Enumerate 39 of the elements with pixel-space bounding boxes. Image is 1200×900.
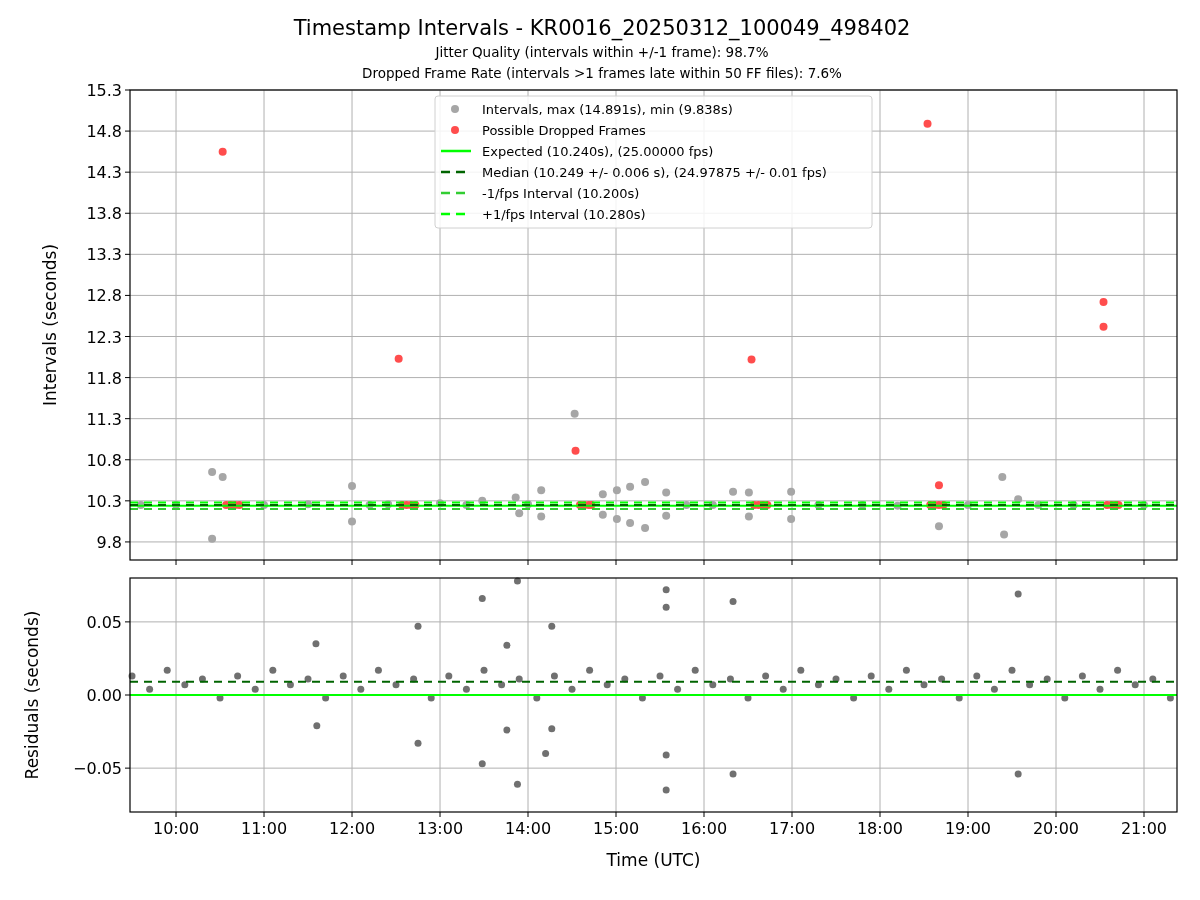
tick-label: −0.05 (72, 759, 122, 779)
legend-label: Intervals, max (14.891s), min (9.838s) (482, 101, 733, 117)
legend-label: +1/fps Interval (10.280s) (482, 206, 646, 222)
tick-label: 11.8 (86, 368, 122, 388)
figure-title: Timestamp Intervals - KR0016_20250312_100049_498402 (293, 15, 911, 42)
legend-label: Expected (10.240s), (25.00000 fps) (482, 143, 714, 159)
axis-title: Residuals (seconds) (22, 610, 42, 780)
tick-label: 21:00 (1120, 819, 1168, 838)
tick-label: 14.8 (86, 122, 122, 142)
tick-label: 13.8 (86, 204, 122, 224)
tick-label: 14:00 (504, 819, 552, 838)
tick-label: 9.8 (96, 532, 122, 552)
tick-label: 13.3 (86, 245, 122, 265)
tick-label: 16:00 (680, 819, 728, 838)
figure-subtitle: Jitter Quality (intervals within +/-1 frame): 98.7% (435, 43, 769, 62)
tick-label: 15:00 (592, 819, 640, 838)
axis-title: Time (UTC) (606, 850, 701, 870)
tick-label: 10.3 (86, 491, 122, 511)
tick-label: 11.3 (86, 409, 122, 429)
tick-label: 13:00 (416, 819, 464, 838)
figure-subtitle: Dropped Frame Rate (intervals >1 frames late within 50 FF files): 7.6% (362, 64, 842, 83)
tick-label: 12.8 (86, 286, 122, 306)
legend-label: Possible Dropped Frames (482, 122, 646, 138)
tick-label: 0.00 (86, 686, 122, 705)
tick-label: 0.05 (86, 612, 122, 632)
tick-label: 10.8 (86, 450, 122, 470)
legend-label: -1/fps Interval (10.200s) (482, 185, 640, 201)
axis-title: Intervals (seconds) (40, 243, 60, 407)
tick-label: 20:00 (1032, 819, 1080, 838)
tick-label: 17:00 (768, 819, 816, 838)
tick-label: 15.3 (86, 82, 122, 100)
tick-label: 12.3 (86, 327, 122, 347)
tick-label: 11:00 (240, 819, 288, 838)
legend-label: Median (10.249 +/- 0.006 s), (24.97875 +/- 0.01 fps) (482, 164, 827, 180)
tick-label: 12:00 (328, 819, 376, 838)
tick-label: 10:00 (152, 819, 200, 838)
tick-label: 14.3 (86, 163, 122, 183)
tick-label: 18:00 (856, 819, 904, 838)
tick-label: 19:00 (944, 819, 992, 838)
